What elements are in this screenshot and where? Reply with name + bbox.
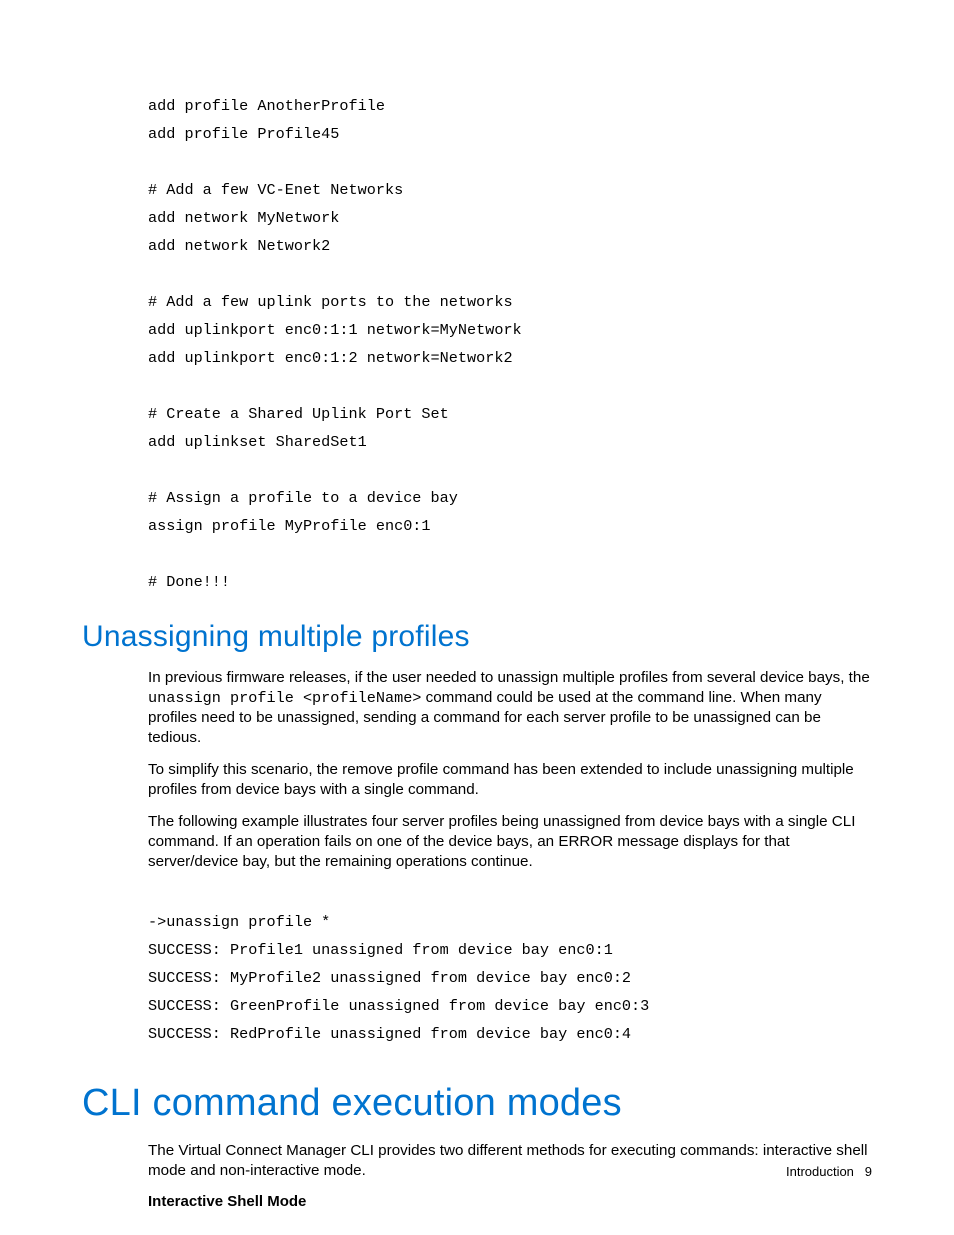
code-line: SUCCESS: Profile1 unassigned from device… [148, 941, 613, 959]
code-line: # Add a few uplink ports to the networks [148, 293, 513, 311]
paragraph: To simplify this scenario, the remove pr… [148, 760, 874, 800]
code-line: add uplinkset SharedSet1 [148, 433, 367, 451]
code-line: # Add a few VC-Enet Networks [148, 181, 403, 199]
paragraph: In previous firmware releases, if the us… [148, 668, 874, 748]
code-line: assign profile MyProfile enc0:1 [148, 517, 431, 535]
heading-cli-modes: CLI command execution modes [82, 1082, 954, 1125]
code-line: # Done!!! [148, 573, 230, 591]
paragraph: The following example illustrates four s… [148, 812, 874, 872]
text: In previous firmware releases, if the us… [148, 669, 870, 686]
code-line: ->unassign profile * [148, 913, 330, 931]
code-line: SUCCESS: GreenProfile unassigned from de… [148, 997, 649, 1015]
code-block-1: add profile AnotherProfile add profile P… [148, 0, 874, 596]
code-block-2: ->unassign profile * SUCCESS: Profile1 u… [148, 880, 874, 1048]
code-line: # Assign a profile to a device bay [148, 489, 458, 507]
code-line: add network MyNetwork [148, 209, 339, 227]
code-line: add uplinkport enc0:1:1 network=MyNetwor… [148, 321, 522, 339]
page-footer: Introduction 9 [786, 1164, 872, 1179]
paragraph: The Virtual Connect Manager CLI provides… [148, 1141, 874, 1181]
code-line: # Create a Shared Uplink Port Set [148, 405, 449, 423]
document-page: add profile AnotherProfile add profile P… [0, 0, 954, 1235]
code-line: add profile AnotherProfile [148, 97, 385, 115]
inline-code: unassign profile <profileName> [148, 689, 421, 707]
heading-unassigning: Unassigning multiple profiles [82, 620, 954, 654]
code-line: SUCCESS: RedProfile unassigned from devi… [148, 1025, 631, 1043]
code-line: add network Network2 [148, 237, 330, 255]
footer-section-label: Introduction [786, 1164, 854, 1179]
code-line: add profile Profile45 [148, 125, 339, 143]
subheading-interactive: Interactive Shell Mode [148, 1193, 954, 1210]
footer-page-number: 9 [865, 1164, 872, 1179]
code-line: add uplinkport enc0:1:2 network=Network2 [148, 349, 513, 367]
code-line: SUCCESS: MyProfile2 unassigned from devi… [148, 969, 631, 987]
